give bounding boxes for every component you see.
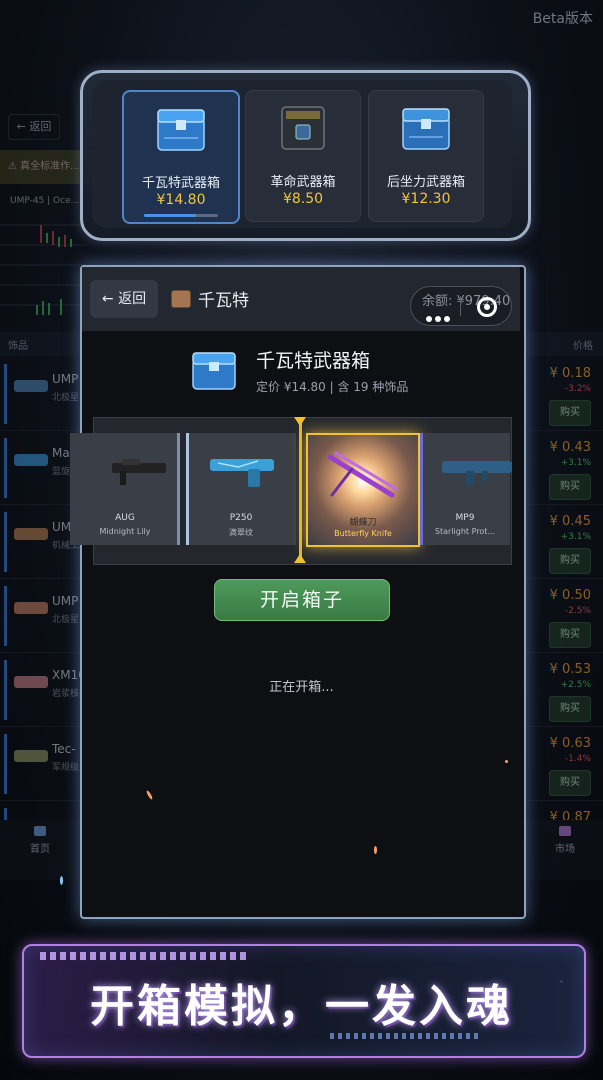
- smg-icon: [442, 461, 512, 485]
- modal-title: 千瓦特: [198, 291, 249, 311]
- spark-decoration: [60, 876, 63, 885]
- case-price: ¥8.50: [282, 191, 324, 207]
- row-sub: 北极星: [52, 393, 80, 403]
- row-price: ¥ 0.45: [549, 514, 591, 529]
- case-price: ¥12.30: [401, 191, 451, 207]
- modal-back-button[interactable]: ← 返回: [90, 280, 158, 318]
- spark-decoration: [505, 760, 508, 763]
- row-price: ¥ 0.50: [549, 588, 591, 603]
- gun-icon: [14, 750, 48, 762]
- row-buy-button: 购买: [549, 770, 591, 796]
- spark-decoration: [374, 846, 377, 854]
- case-price: ¥14.80: [156, 192, 206, 208]
- reel-item-skin: Butterfly Knife: [334, 529, 392, 538]
- banner-stripe-decoration: [40, 952, 250, 960]
- row-change: -1.4%: [564, 754, 591, 764]
- marker-arrow-top: [294, 417, 306, 426]
- opening-status: 正在开箱...: [269, 680, 334, 695]
- reel-item-name: AUG: [115, 513, 135, 523]
- gun-icon: [14, 602, 48, 614]
- case-name: 千瓦特武器箱: [141, 176, 220, 191]
- row-price: ¥ 0.43: [549, 440, 591, 455]
- bg-back-button: ← 返回: [8, 114, 60, 140]
- pistol-icon: [210, 459, 274, 487]
- case-name: 革命武器箱: [270, 175, 336, 190]
- case-box-icon: [171, 290, 191, 308]
- weapon-case-blue-icon: [402, 108, 450, 150]
- row-accent: [4, 734, 7, 794]
- bg-header-price: 价格: [573, 341, 593, 352]
- weapon-case-dark-icon: [281, 106, 325, 150]
- reel-item-skin: 滴翠纹: [229, 528, 253, 537]
- row-change: +3.1%: [560, 532, 591, 542]
- row-price: ¥ 0.53: [549, 662, 591, 677]
- row-change: -3.2%: [564, 384, 591, 394]
- reel-item-name: 蝴蝶刀: [349, 518, 377, 528]
- row-name: UMP: [52, 372, 79, 386]
- winning-item: 蝴蝶刀 Butterfly Knife: [306, 433, 420, 547]
- bg-tab-home: 首页: [10, 826, 70, 855]
- marker-arrow-bottom: [294, 554, 306, 563]
- reel-item-skin: Midnight Lily: [99, 527, 151, 536]
- row-sub: 北极星: [52, 615, 80, 625]
- bg-price-chart: [0, 224, 86, 315]
- reel-center-marker: [299, 417, 302, 563]
- case-card-recoil[interactable]: 后坐力武器箱 ¥12.30: [368, 90, 484, 222]
- row-buy-button: 购买: [549, 548, 591, 574]
- case-name: 后坐力武器箱: [386, 175, 465, 190]
- bg-header-item: 饰品: [8, 341, 28, 352]
- case-title: 千瓦特武器箱: [256, 350, 371, 372]
- reel-item: P250 滴翠纹: [186, 433, 296, 545]
- row-name: Tec-: [52, 742, 76, 756]
- reel-item: MP9 Starlight Prot...: [420, 433, 512, 545]
- row-accent: [4, 438, 7, 498]
- rarity-strip: [420, 433, 423, 545]
- weapon-case-blue-icon: [192, 352, 236, 390]
- close-miniprogram-icon[interactable]: [477, 297, 497, 317]
- rifle-icon: [112, 459, 166, 485]
- row-buy-button: 购买: [549, 696, 591, 722]
- bg-tab-home-label: 首页: [30, 844, 50, 855]
- row-change: -2.5%: [564, 606, 591, 616]
- open-case-button[interactable]: 开启箱子: [214, 579, 390, 621]
- row-accent: [4, 364, 7, 424]
- row-accent: [4, 512, 7, 572]
- row-accent: [4, 586, 7, 646]
- gun-icon: [14, 454, 48, 466]
- butterfly-knife-icon: [327, 451, 398, 498]
- case-selected-indicator: [144, 214, 218, 217]
- reel-item-name: P250: [229, 513, 253, 523]
- gun-icon: [14, 380, 48, 392]
- home-icon: [34, 826, 46, 836]
- row-sub: 军规级: [52, 763, 80, 773]
- row-buy-button: 购买: [549, 400, 591, 426]
- bg-tab-market: 市场: [535, 826, 595, 855]
- weapon-case-blue-icon: [157, 109, 205, 151]
- bg-tab-market-label: 市场: [555, 844, 575, 855]
- reel-item: AUG Midnight Lily: [70, 433, 180, 545]
- row-price: ¥ 0.18: [549, 366, 591, 381]
- case-card-kilowatt[interactable]: 千瓦特武器箱 ¥14.80: [122, 90, 240, 224]
- gun-icon: [14, 528, 48, 540]
- rarity-strip: [186, 433, 189, 545]
- reel-item-name: MP9: [455, 513, 475, 523]
- case-meta: 定价 ¥14.80 | 含 19 种饰品: [256, 380, 409, 394]
- capsule-divider: [460, 296, 461, 316]
- row-buy-button: 购买: [549, 474, 591, 500]
- case-card-revolution[interactable]: 革命武器箱 ¥8.50: [245, 90, 361, 222]
- promo-slogan: 开箱模拟，一发入魂: [90, 981, 513, 1032]
- market-icon: [559, 826, 571, 836]
- row-price: ¥ 0.63: [549, 736, 591, 751]
- beta-version-label: Beta版本: [532, 11, 593, 27]
- rarity-strip: [177, 433, 180, 545]
- more-menu-icon[interactable]: [426, 307, 453, 326]
- row-name: UMP: [52, 594, 79, 608]
- row-buy-button: 购买: [549, 622, 591, 648]
- row-change: +3.1%: [560, 458, 591, 468]
- reel-item-skin: Starlight Prot...: [434, 527, 496, 536]
